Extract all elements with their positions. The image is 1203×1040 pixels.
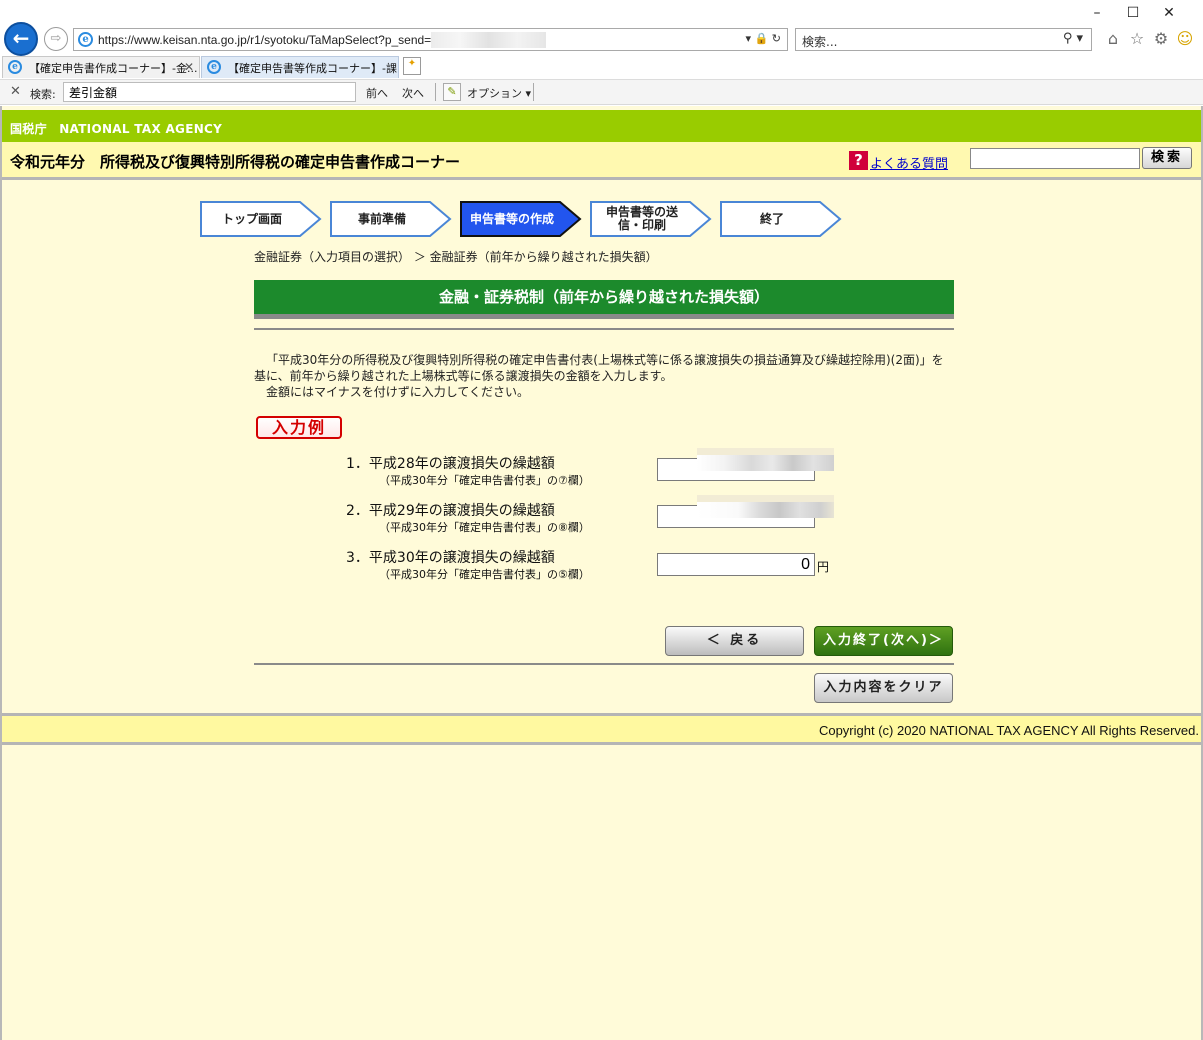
back-arrow-icon[interactable]: ← (4, 22, 38, 56)
input-example-button[interactable]: 入力例 (256, 416, 342, 439)
page-title: 令和元年分 所得税及び復興特別所得税の確定申告書作成コーナー (10, 153, 461, 171)
back-button[interactable]: ＜ 戻る (665, 626, 804, 656)
divider (533, 83, 534, 101)
find-input[interactable] (63, 82, 356, 102)
description-note: 金額にはマイナスを付けずに入力してください。 (266, 385, 530, 399)
browser-search-placeholder: 検索... (802, 35, 838, 49)
site-search-button[interactable]: 検索 (1142, 147, 1192, 169)
smiley-feedback-icon[interactable]: ☺ (1175, 29, 1195, 49)
agency-bar: 国税庁 NATIONAL TAX AGENCY (2, 110, 1201, 142)
find-options-button[interactable]: オプション ▾ (467, 85, 531, 101)
ie-tab-icon: e (207, 60, 221, 74)
gear-icon[interactable]: ⚙ (1151, 29, 1171, 49)
find-label: 検索: (30, 88, 56, 101)
tab-strip: e 【確定申告書作成コーナー】-金... ✕ e 【確定申告書等作成コーナー】-… (0, 54, 1203, 78)
divider (435, 83, 436, 101)
ie-tab-icon: e (8, 60, 22, 74)
description: 「平成30年分の所得税及び復興特別所得税の確定申告書付表(上場株式等に係る譲渡損… (254, 352, 954, 400)
tab-kazei[interactable]: e 【確定申告書等作成コーナー】-課... (201, 56, 399, 78)
dropdown-icon[interactable]: ▾ (746, 32, 752, 45)
section-title: 金融・証券税制（前年から繰り越された損失額） (254, 280, 954, 314)
refresh-icon[interactable]: ↻ (772, 32, 781, 45)
lock-icon[interactable]: 🔒 (755, 32, 769, 45)
footer: Copyright (c) 2020 NATIONAL TAX AGENCY A… (2, 713, 1201, 745)
redacted-url-part (431, 32, 546, 48)
home-icon[interactable]: ⌂ (1103, 29, 1123, 49)
item-3-label: 3．平成30年の譲渡損失の繰越額 (346, 550, 555, 566)
step-label: トップ画面 (221, 211, 282, 226)
copyright: Copyright (c) 2020 NATIONAL TAX AGENCY A… (818, 723, 1199, 738)
browser-chrome: – ☐ ✕ ← ⇨ e https://www.keisan.nta.go.jp… (0, 0, 1203, 105)
item-3-amount-input[interactable] (657, 553, 815, 576)
address-actions[interactable]: ▾ 🔒 ↻ (746, 32, 781, 45)
step-label: 申告書等の送信・印刷 (605, 205, 678, 232)
redacted-value (697, 448, 834, 471)
description-text: 「平成30年分の所得税及び復興特別所得税の確定申告書付表(上場株式等に係る譲渡損… (254, 353, 944, 383)
close-icon[interactable]: ✕ (184, 60, 194, 74)
find-prev-button[interactable]: 前へ (366, 85, 388, 101)
item-2-label: 2．平成29年の譲渡損失の繰越額 (346, 503, 555, 519)
step-label: 終了 (759, 211, 784, 226)
divider (254, 328, 954, 330)
find-bar: ✕ 検索: 前へ 次へ ✎ オプション ▾ (0, 79, 1203, 104)
agency-name: 国税庁 NATIONAL TAX AGENCY (10, 122, 223, 136)
maximize-button[interactable]: ☐ (1121, 3, 1145, 23)
address-url[interactable]: https://www.keisan.nta.go.jp/r1/syotoku/… (98, 33, 431, 47)
redacted-value (697, 495, 834, 518)
tab-label: 【確定申告書等作成コーナー】-課... (228, 62, 399, 75)
site-search-input[interactable] (970, 148, 1140, 169)
divider (254, 663, 954, 665)
page-content: 国税庁 NATIONAL TAX AGENCY 令和元年分 所得税及び復興特別所… (0, 106, 1203, 1040)
minimize-button[interactable]: – (1085, 3, 1109, 23)
section-title-underline (254, 314, 954, 319)
highlight-pen-icon[interactable]: ✎ (443, 83, 461, 101)
search-icon[interactable]: ⚲ ▾ (1063, 31, 1083, 46)
item-3-sub: （平成30年分「確定申告書付表」の⑤欄） (379, 568, 590, 581)
step-label: 事前準備 (357, 211, 406, 226)
finish-next-button[interactable]: 入力終了(次へ)＞ (814, 626, 953, 656)
forward-arrow-icon[interactable]: ⇨ (44, 27, 68, 51)
step-label: 申告書等の作成 (469, 211, 554, 226)
new-tab-icon[interactable]: ✦ (403, 57, 421, 75)
tab-kinyu[interactable]: e 【確定申告書作成コーナー】-金... ✕ (2, 56, 200, 78)
address-bar[interactable]: e https://www.keisan.nta.go.jp/r1/syotok… (73, 28, 788, 51)
close-find-icon[interactable]: ✕ (10, 84, 21, 99)
clear-input-button[interactable]: 入力内容をクリア (814, 673, 953, 703)
favorites-star-icon[interactable]: ☆ (1127, 29, 1147, 49)
find-next-button[interactable]: 次へ (402, 85, 424, 101)
faq-link[interactable]: よくある質問 (870, 153, 948, 172)
close-window-button[interactable]: ✕ (1157, 3, 1181, 23)
breadcrumb: 金融証券（入力項目の選択） ＞ 金融証券（前年から繰り越された損失額） (254, 250, 658, 264)
item-3-unit: 円 (817, 560, 830, 574)
item-1-sub: （平成30年分「確定申告書付表」の⑦欄） (379, 474, 590, 487)
item-2-sub: （平成30年分「確定申告書付表」の⑧欄） (379, 521, 590, 534)
title-bar: 令和元年分 所得税及び復興特別所得税の確定申告書作成コーナー ? よくある質問 … (2, 142, 1201, 180)
item-1-label: 1．平成28年の譲渡損失の繰越額 (346, 456, 555, 472)
ie-page-icon: e (78, 32, 93, 47)
tab-label: 【確定申告書作成コーナー】-金... (29, 62, 198, 75)
question-icon[interactable]: ? (849, 151, 868, 170)
browser-search-box[interactable]: 検索... ⚲ ▾ (795, 28, 1092, 51)
